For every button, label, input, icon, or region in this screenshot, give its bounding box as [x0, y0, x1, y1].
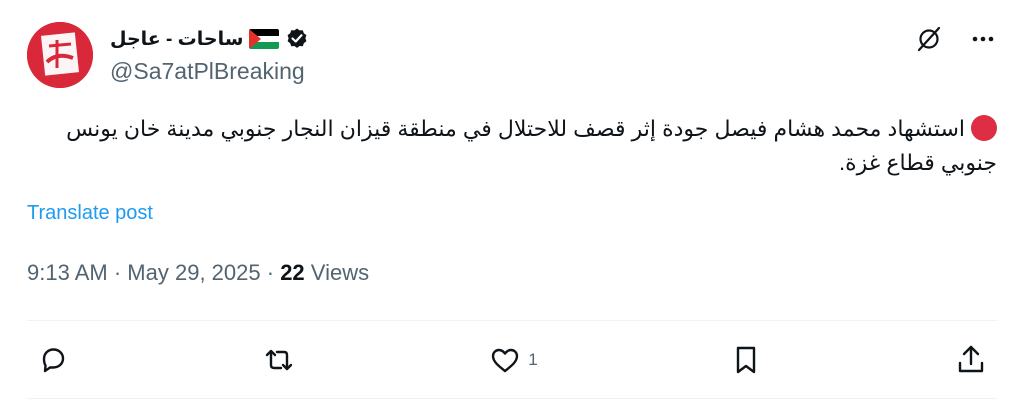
reply-icon	[42, 348, 65, 373]
divider-bottom	[27, 398, 997, 399]
bookmark-icon	[736, 346, 756, 374]
share-button[interactable]	[954, 343, 988, 377]
divider-top	[27, 320, 997, 321]
author-name-row[interactable]: ساحات - عاجل	[110, 25, 309, 53]
retweet-icon	[265, 349, 293, 371]
display-name[interactable]: ساحات - عاجل	[110, 28, 243, 51]
post-text-container: استشهاد محمد هشام فيصل جودة إثر قصف للاح…	[27, 112, 997, 180]
like-count: 1	[528, 350, 538, 369]
red-circle-icon	[971, 115, 997, 141]
post-meta: 9:13 AM · May 29, 2025 · 22 Views	[27, 260, 369, 286]
meta-separator: ·	[266, 260, 281, 285]
post-date[interactable]: May 29, 2025	[127, 260, 260, 285]
bookmark-button[interactable]	[729, 343, 763, 377]
handle[interactable]: @Sa7atPlBreaking	[110, 58, 305, 85]
palestine-flag-icon	[249, 29, 280, 49]
like-icon	[492, 348, 519, 373]
share-icon	[958, 345, 984, 373]
action-bar: 1	[36, 340, 988, 380]
like-button[interactable]: 1	[488, 343, 538, 377]
avatar-logo-icon	[27, 22, 93, 88]
avatar[interactable]	[27, 22, 93, 88]
grok-icon[interactable]	[914, 24, 944, 54]
views-label: Views	[310, 260, 370, 285]
post-text: استشهاد محمد هشام فيصل جودة إثر قصف للاح…	[66, 116, 997, 175]
translate-post-link[interactable]: Translate post	[27, 202, 153, 225]
retweet-button[interactable]	[261, 343, 297, 377]
reply-button[interactable]	[36, 343, 70, 377]
meta-separator: ·	[113, 260, 128, 285]
more-icon[interactable]	[968, 24, 998, 54]
views-count: 22	[280, 260, 305, 285]
verified-badge-icon	[285, 27, 309, 51]
post-time[interactable]: 9:13 AM	[27, 260, 108, 285]
